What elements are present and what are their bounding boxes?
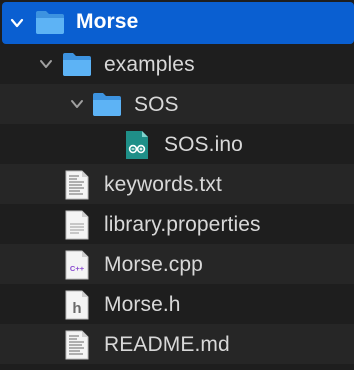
tree-item-morse-cpp[interactable]: C++ Morse.cpp [0,244,354,284]
tree-item-keywords[interactable]: keywords.txt [0,164,354,204]
tree-item-label: keywords.txt [104,173,222,196]
folder-icon [62,51,92,77]
tree-item-label: library.properties [104,213,261,236]
tree-item-sos-folder[interactable]: SOS [0,84,354,124]
tree-item-readme[interactable]: README.md [0,324,354,364]
tree-item-label: Morse.h [104,293,181,316]
tree-item-sos-ino[interactable]: SOS.ino [0,124,354,164]
chevron-down-icon[interactable] [6,12,28,34]
tree-item-label: SOS [134,93,179,116]
tree-item-label: SOS.ino [164,133,243,156]
text-file-icon [65,170,89,200]
tree-item-label: examples [104,53,195,76]
tree-item-label: Morse [76,10,139,33]
text-file-icon [65,330,89,360]
chevron-down-icon[interactable] [35,53,57,75]
tree-item-examples[interactable]: examples [0,44,354,84]
arduino-file-icon [125,130,149,160]
tree-item-label: README.md [104,333,230,356]
tree-item-morse[interactable]: Morse [2,2,354,44]
folder-icon [92,91,122,117]
header-badge: h [72,300,81,317]
tree-item-library-properties[interactable]: library.properties [0,204,354,244]
header-file-icon: h [65,290,89,320]
chevron-down-icon[interactable] [66,93,88,115]
tree-item-morse-h[interactable]: h Morse.h [0,284,354,324]
tree-item-label: Morse.cpp [104,253,203,276]
file-tree: Morse examples SOS SOS.ino keywords.txt … [0,0,354,370]
cpp-badge: C++ [70,264,85,273]
cpp-file-icon: C++ [65,250,89,280]
document-file-icon [65,210,89,240]
folder-icon [35,9,65,35]
